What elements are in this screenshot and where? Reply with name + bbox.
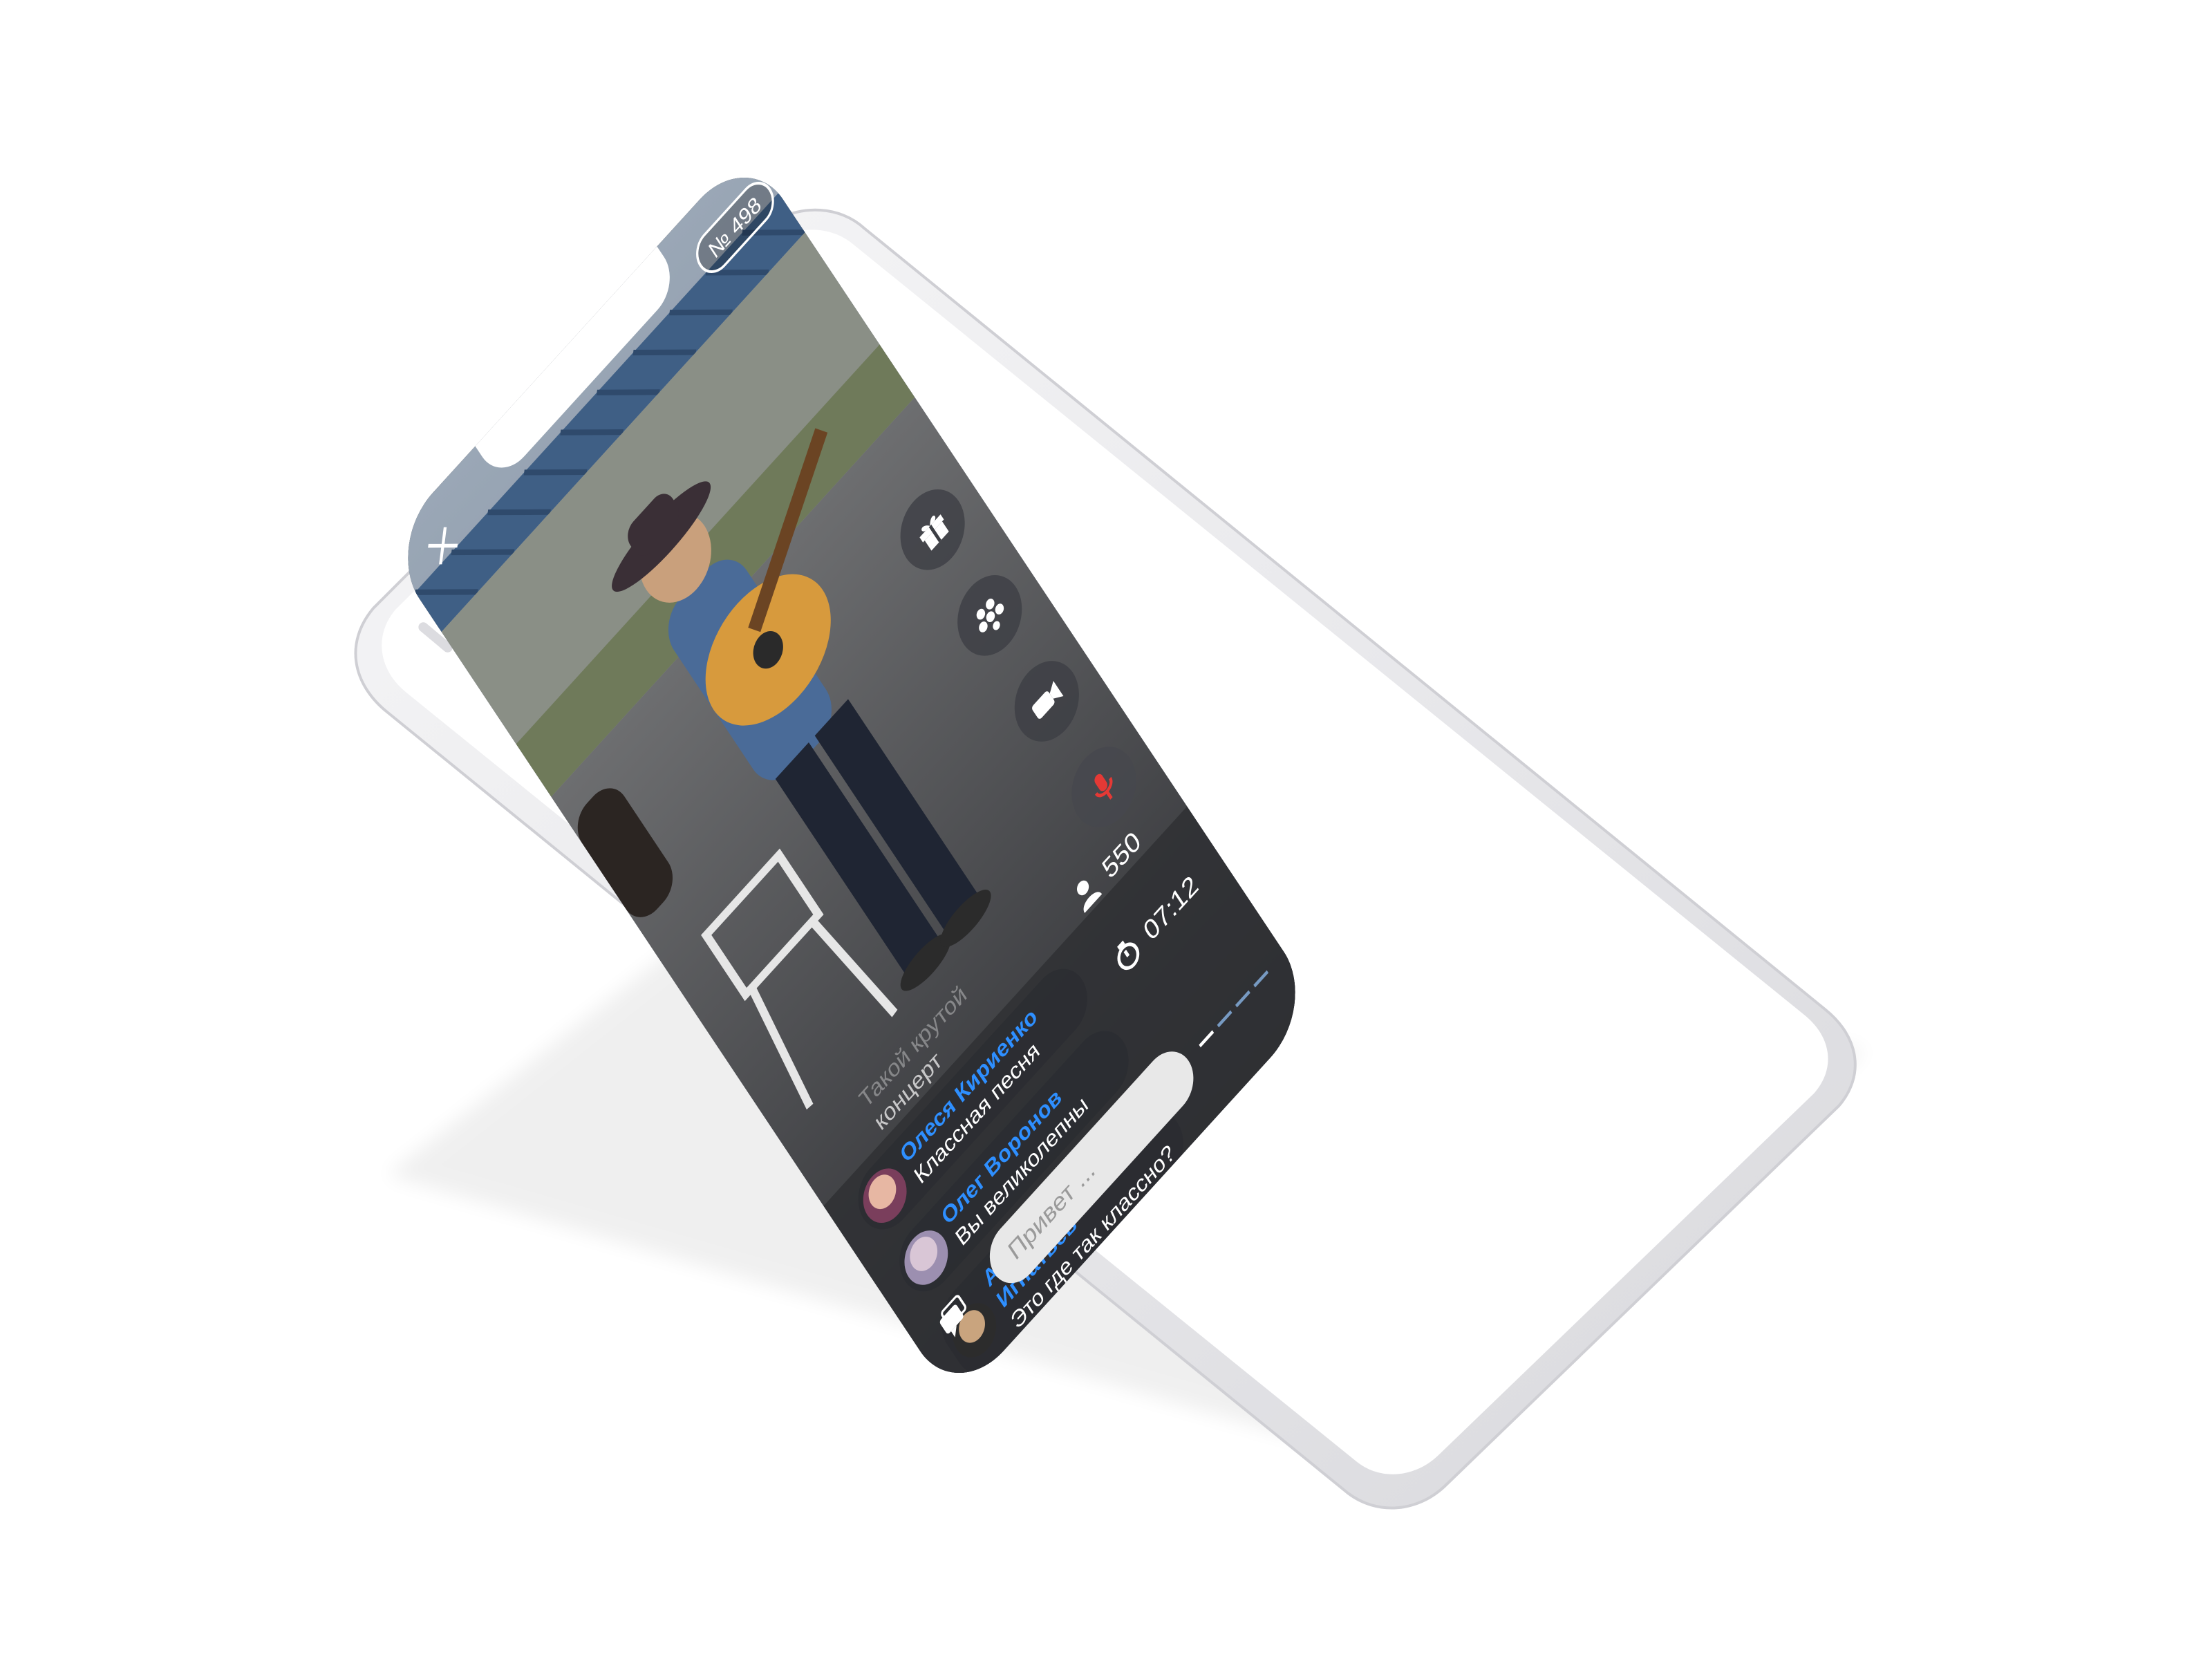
microphone-icon [1094, 774, 1113, 800]
close-icon [428, 527, 458, 565]
effects-icon [976, 599, 1004, 632]
screen-projection: № 498 Такой крутой концерт Олеся Кириенк… [0, 0, 2212, 1659]
stream-timer-value: 07:12 [1138, 869, 1203, 946]
video-camera-icon [1032, 681, 1064, 719]
live-stream-screen: № 498 Такой крутой концерт Олеся Кириенк… [384, 147, 1319, 1404]
mockup-stage: № 498 Такой крутой концерт Олеся Кириенк… [0, 0, 2212, 1659]
gift-icon [919, 514, 949, 551]
stream-video [384, 147, 1319, 1404]
